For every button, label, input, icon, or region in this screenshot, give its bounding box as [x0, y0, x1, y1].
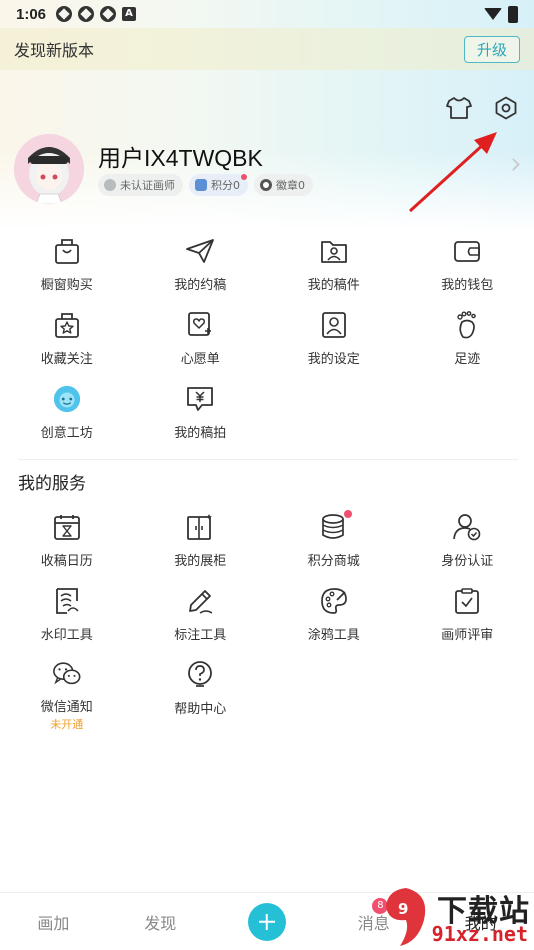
- menu-grid: 橱窗购买 我的约稿 我的稿件 我的钱包 收藏关注 心愿单 我的设定 足迹 创意工…: [0, 232, 534, 454]
- heart-card-icon: [185, 310, 215, 340]
- service-item-artist-review[interactable]: 画师评审: [401, 582, 534, 656]
- bag-star-icon: [52, 310, 82, 340]
- service-item-wechat-notify[interactable]: 微信通知 未开通: [0, 656, 134, 731]
- nav-home[interactable]: 画加: [0, 910, 107, 934]
- service-item-my-showcase[interactable]: 我的展柜: [134, 508, 268, 582]
- service-item-watermark-tool[interactable]: 水印工具: [0, 582, 134, 656]
- user-verified-icon: [452, 512, 482, 542]
- menu-item-wishlist[interactable]: 心愿单: [134, 306, 268, 380]
- service-item-label: 积分商城: [307, 554, 360, 569]
- service-item-label: 我的展柜: [174, 554, 227, 569]
- menu-item-label: 足迹: [454, 352, 481, 367]
- services-title: 我的服务: [18, 474, 86, 494]
- menu-item-my-commissions[interactable]: 我的约稿: [134, 232, 268, 306]
- palette-icon: [319, 586, 349, 616]
- service-item-label: 微信通知: [40, 700, 93, 715]
- wechat-icon: [52, 660, 82, 688]
- menu-item-label: 我的设定: [307, 352, 360, 367]
- service-item-annotation-tool[interactable]: 标注工具: [134, 582, 268, 656]
- service-item-label: 画师评审: [441, 628, 494, 643]
- service-item-label: 涂鸦工具: [307, 628, 360, 643]
- annotation-arrow: [408, 132, 497, 213]
- menu-item-label: 我的约稿: [174, 278, 227, 293]
- section-divider: [18, 459, 518, 460]
- service-item-label: 帮助中心: [174, 702, 227, 717]
- footprint-icon: [452, 310, 482, 340]
- menu-item-label: 创意工坊: [40, 426, 93, 441]
- display-cabinet-icon: [185, 512, 215, 542]
- watermark-logo: 9: [386, 888, 426, 946]
- watermark-icon: [52, 586, 82, 616]
- points-mall-dot: [343, 510, 352, 518]
- service-item-label: 水印工具: [40, 628, 93, 643]
- menu-item-label: 我的稿件: [307, 278, 360, 293]
- service-item-label: 身份认证: [441, 554, 494, 569]
- menu-item-my-manuscripts[interactable]: 我的稿件: [267, 232, 401, 306]
- paper-plane-icon: [185, 236, 215, 266]
- nav-add[interactable]: [214, 902, 321, 941]
- site-watermark: 9 下载站 91xz.net: [380, 884, 534, 950]
- menu-item-my-auctions[interactable]: 我的稿拍: [134, 380, 268, 454]
- clipboard-check-icon: [452, 586, 482, 616]
- menu-item-my-wallet[interactable]: 我的钱包: [401, 232, 534, 306]
- menu-item-creative-workshop[interactable]: 创意工坊: [0, 380, 134, 454]
- yen-chat-icon: [185, 384, 215, 414]
- coin-stack-icon: [319, 510, 352, 542]
- svg-text:9: 9: [398, 900, 408, 918]
- menu-item-favorites[interactable]: 收藏关注: [0, 306, 134, 380]
- wechat-status: 未开通: [50, 718, 84, 731]
- menu-item-label: 心愿单: [180, 352, 220, 367]
- menu-item-footprints[interactable]: 足迹: [401, 306, 534, 380]
- menu-item-showcase-purchase[interactable]: 橱窗购买: [0, 232, 134, 306]
- nav-discover[interactable]: 发现: [107, 910, 214, 934]
- service-item-label: 标注工具: [174, 628, 227, 643]
- service-item-label: 收稿日历: [40, 554, 93, 569]
- service-item-doodle-tool[interactable]: 涂鸦工具: [267, 582, 401, 656]
- watermark-url: 91xz.net: [431, 922, 528, 946]
- menu-item-label: 橱窗购买: [40, 278, 93, 293]
- calendar-hourglass-icon: [52, 512, 82, 542]
- service-item-identity-verification[interactable]: 身份认证: [401, 508, 534, 582]
- wallet-icon: [452, 236, 482, 266]
- menu-item-label: 我的稿拍: [174, 426, 227, 441]
- menu-item-label: 我的钱包: [441, 278, 494, 293]
- portrait-icon: [319, 310, 349, 340]
- menu-item-my-settings[interactable]: 我的设定: [267, 306, 401, 380]
- menu-item-label: 收藏关注: [40, 352, 93, 367]
- service-item-help-center[interactable]: 帮助中心: [134, 656, 268, 730]
- add-icon[interactable]: [247, 902, 286, 941]
- shopping-bag-icon: [52, 236, 82, 266]
- service-item-points-mall[interactable]: 积分商城: [267, 508, 401, 582]
- workshop-mascot-icon: [52, 384, 82, 414]
- services-grid: 收稿日历 我的展柜 积分商城 身份认证 水印工具 标注工具 涂鸦工具 画师评审 …: [0, 508, 534, 731]
- help-icon: [185, 660, 215, 690]
- service-item-submission-calendar[interactable]: 收稿日历: [0, 508, 134, 582]
- folder-user-icon: [319, 236, 349, 266]
- pen-icon: [185, 586, 215, 616]
